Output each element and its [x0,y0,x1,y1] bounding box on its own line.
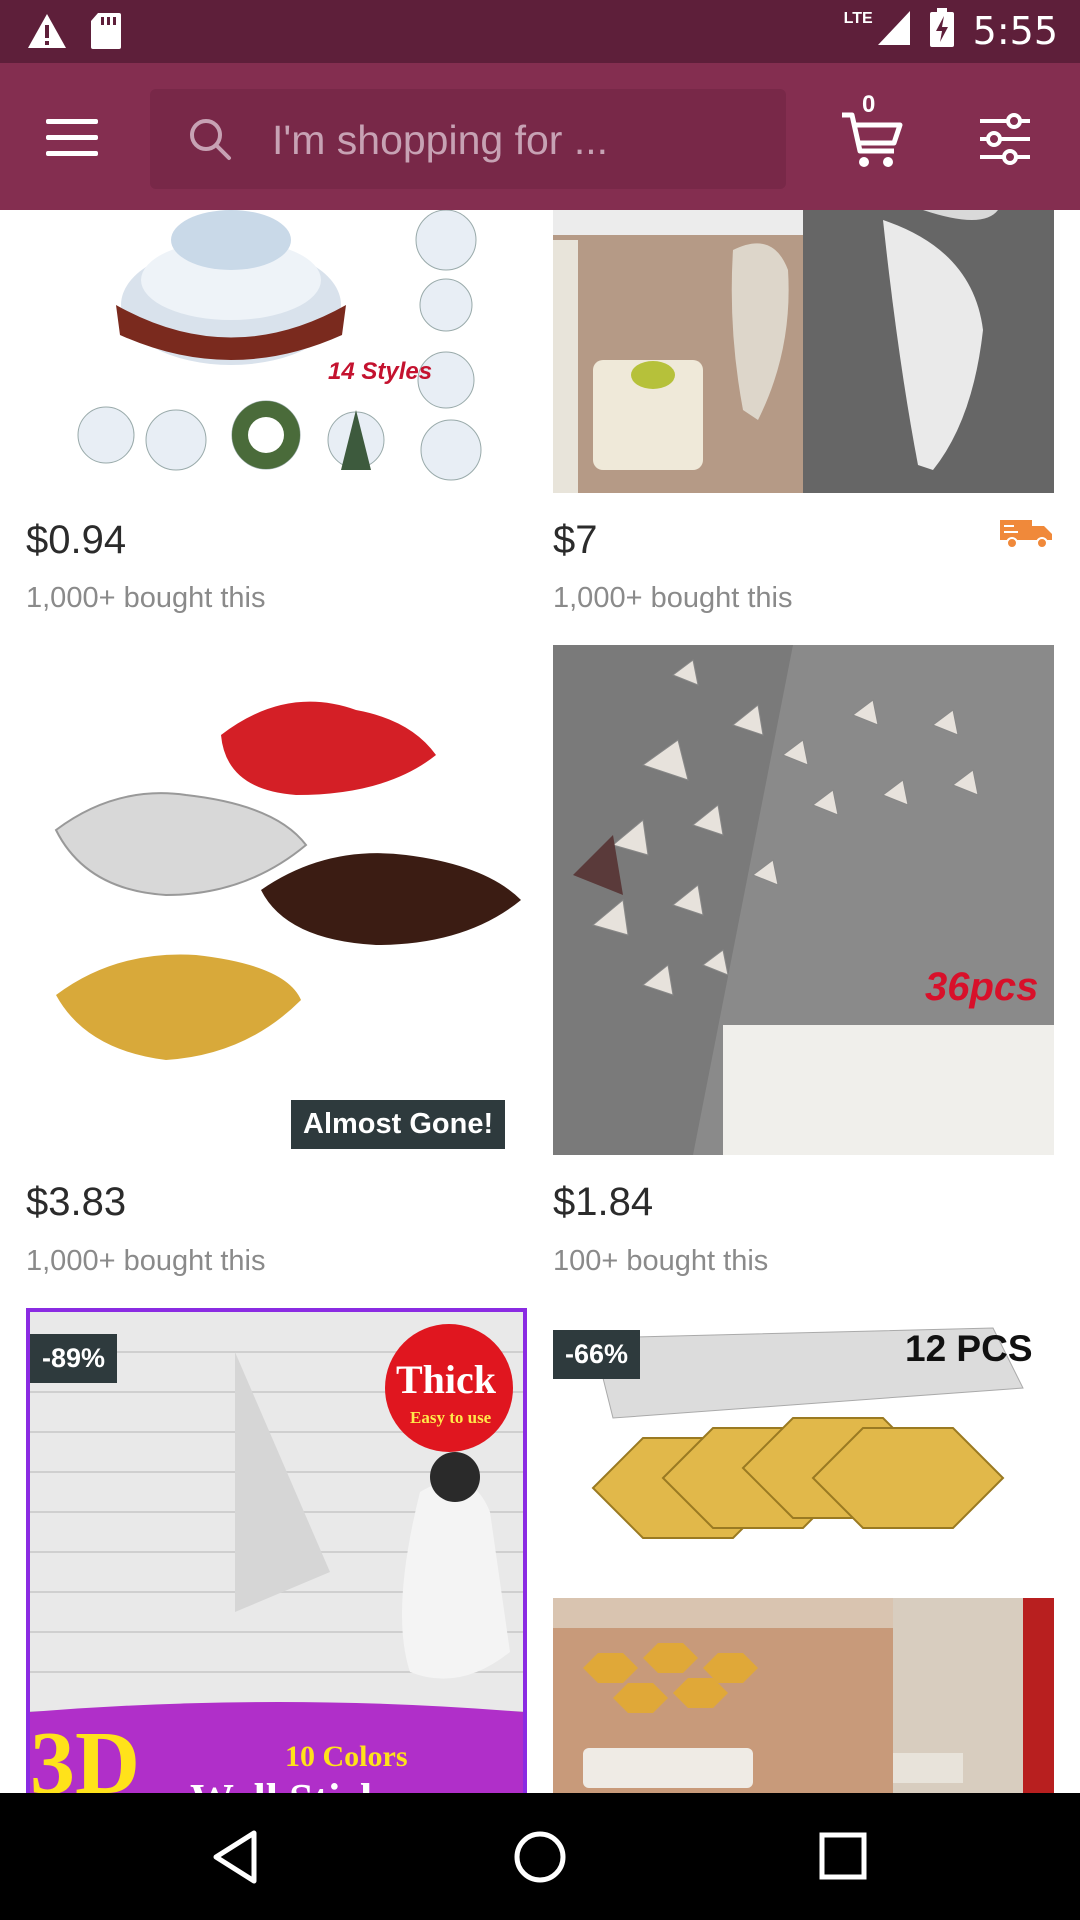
filter-button[interactable] [978,113,1032,165]
bought-count: 100+ bought this [553,1245,769,1277]
delivery-truck-icon [1000,516,1054,555]
product-card[interactable]: 36pcs $1.84 100+ bought this [553,645,1054,1277]
image-caption: Wall Sticker [190,1774,423,1793]
product-image[interactable]: -89% Thick Easy to use 3D 10 Colors Wall… [26,1308,527,1793]
product-image[interactable] [553,210,1054,493]
product-card[interactable]: -89% Thick Easy to use 3D 10 Colors Wall… [26,1308,527,1793]
warning-icon [26,12,68,55]
search-icon [188,117,232,166]
cart-button[interactable]: 0 [840,91,904,171]
product-feed[interactable]: 14 Styles $0.94 1,000+ bought this $7 1,… [0,210,1080,1793]
sd-card-icon [90,12,122,55]
bought-count: 1,000+ bought this [26,1245,266,1277]
hamburger-icon-line [46,135,98,140]
image-caption: Thick [396,1357,497,1402]
product-price: $7 [553,518,598,562]
image-caption: 12 PCS [905,1328,1033,1369]
image-caption: 14 Styles [328,358,433,385]
product-image[interactable]: 14 Styles [26,210,527,495]
menu-button[interactable] [46,119,98,157]
product-price: $1.84 [553,1180,654,1224]
home-button[interactable] [512,1829,568,1890]
image-caption: 3D [30,1714,140,1793]
image-caption: 10 Colors [285,1740,408,1773]
product-image[interactable]: Almost Gone! [26,645,527,1155]
image-caption: 36pcs [925,965,1039,1009]
status-bar: LTE 5:55 [0,0,1080,63]
discount-badge: -89% [30,1334,118,1383]
image-caption: Easy to use [410,1408,492,1427]
shopping-cart-icon [840,111,904,176]
back-button[interactable] [210,1829,260,1890]
lte-label: LTE [843,9,873,27]
filter-sliders-icon [978,113,1032,169]
almost-gone-badge: Almost Gone! [291,1100,506,1149]
product-price: $3.83 [26,1180,127,1224]
product-card[interactable]: $7 1,000+ bought this [553,210,1054,630]
battery-charging-icon [929,8,955,53]
hamburger-icon-line [46,119,98,124]
signal-icon [877,10,911,51]
system-navigation-bar [0,1793,1080,1920]
hamburger-icon-line [46,151,98,156]
recents-button[interactable] [818,1831,868,1886]
product-image[interactable]: -66% 12 PCS [553,1308,1054,1793]
discount-badge: -66% [553,1330,641,1379]
product-card[interactable]: 14 Styles $0.94 1,000+ bought this [26,210,527,630]
search-input[interactable] [270,107,774,173]
bought-count: 1,000+ bought this [26,582,266,614]
bought-count: 1,000+ bought this [553,582,793,614]
search-bar[interactable] [150,89,786,189]
product-price: $0.94 [26,518,127,562]
product-card[interactable]: Almost Gone! $3.83 1,000+ bought this [26,645,527,1277]
product-image[interactable]: 36pcs [553,645,1054,1155]
product-card[interactable]: -66% 12 PCS [553,1308,1054,1793]
app-bar: 0 [0,63,1080,210]
clock: 5:55 [972,8,1058,53]
